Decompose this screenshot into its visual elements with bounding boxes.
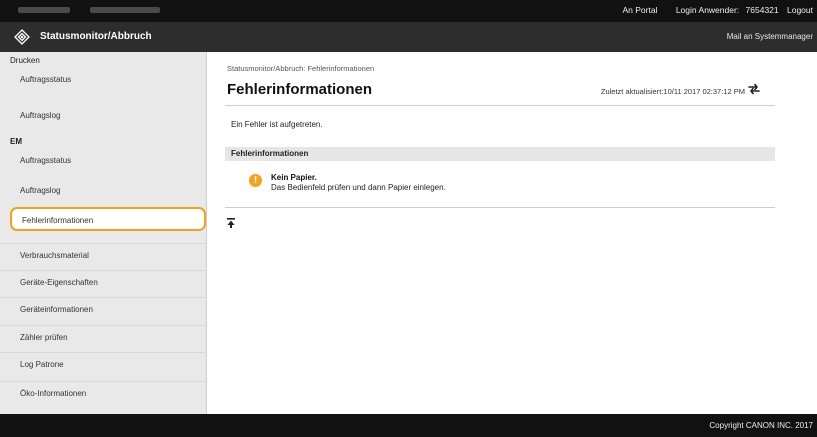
login-label: Login Anwender: <box>675 5 740 15</box>
breadcrumb: Statusmonitor/Abbruch: Fehlerinformation… <box>227 64 375 73</box>
sidebar-item-cartridge-log[interactable]: Log Patrone <box>0 352 207 376</box>
canon-logo-icon <box>14 29 30 45</box>
sidebar-item-device-information[interactable]: Geräteinformationen <box>0 297 207 321</box>
portal-link[interactable]: An Portal <box>622 5 657 15</box>
footer: Copyright CANON INC. 2017 <box>0 414 817 437</box>
header-bar: Statusmonitor/Abbruch Mail an Systemmana… <box>0 22 817 52</box>
sidebar-heading-printing: Drucken <box>10 56 40 65</box>
logout-link[interactable]: Logout <box>787 5 813 15</box>
copyright-text: Copyright CANON INC. 2017 <box>709 421 813 430</box>
page-title: Fehlerinformationen <box>227 81 373 98</box>
app-title: Statusmonitor/Abbruch <box>40 31 152 42</box>
top-bar: An Portal Login Anwender: 7654321 Logout <box>0 0 817 22</box>
warning-icon: ! <box>249 174 262 187</box>
sidebar-item-eco-information[interactable]: Öko-Informationen <box>0 381 207 405</box>
divider <box>225 105 775 106</box>
sidebar-item-error-information[interactable]: Fehlerinformationen <box>10 207 206 231</box>
mail-admin-link[interactable]: Mail an Systemmanager <box>727 32 813 41</box>
user-id: 7654321 <box>745 5 779 15</box>
error-title: Kein Papier. <box>271 173 317 182</box>
divider <box>225 207 775 208</box>
sidebar-heading-rx: EM <box>10 137 22 146</box>
back-to-top-icon[interactable] <box>227 218 235 228</box>
sidebar-item-print-job-status[interactable]: Auftragsstatus <box>0 68 207 92</box>
main-content: Statusmonitor/Abbruch: Fehlerinformation… <box>207 52 817 414</box>
error-message: Ein Fehler ist aufgetreten. <box>231 120 323 129</box>
sidebar-item-rx-job-log[interactable]: Auftragslog <box>0 179 207 203</box>
sidebar-item-device-features[interactable]: Geräte-Eigenschaften <box>0 270 207 294</box>
sidebar-item-print-job-log[interactable]: Auftragslog <box>0 104 207 128</box>
sidebar-item-consumables[interactable]: Verbrauchsmaterial <box>0 243 207 267</box>
sidebar-item-rx-job-status[interactable]: Auftragsstatus <box>0 149 207 173</box>
blurred-text <box>18 7 70 13</box>
sidebar-item-check-counter[interactable]: Zähler prüfen <box>0 325 207 349</box>
last-updated-text: Zuletzt aktualisiert:10/11 2017 02:37:12… <box>600 87 745 96</box>
section-header: Fehlerinformationen <box>225 147 775 161</box>
refresh-icon[interactable] <box>747 81 761 97</box>
error-description: Das Bedienfeld prüfen und dann Papier ei… <box>271 183 446 192</box>
blurred-text <box>90 7 160 13</box>
sidebar: Drucken Auftragsstatus Auftragslog EM Au… <box>0 52 207 414</box>
top-links: An Portal Login Anwender: 7654321 Logout <box>612 5 813 15</box>
